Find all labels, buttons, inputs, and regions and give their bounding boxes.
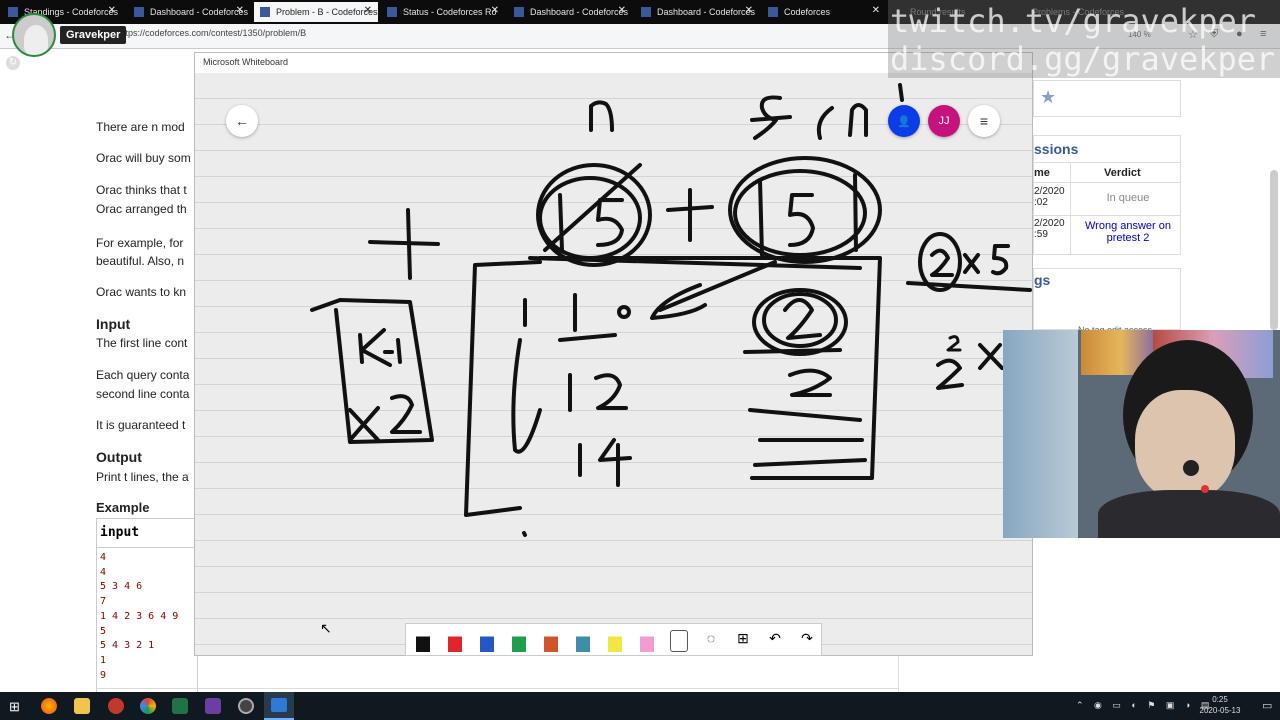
lasso-icon[interactable]: ◌	[702, 630, 720, 652]
ink-stroke	[617, 305, 631, 319]
ink-stroke	[783, 298, 822, 340]
streamer-name-badge: Gravekper	[60, 26, 127, 44]
ink-stroke	[538, 176, 642, 260]
clock-date: 2020-05-13	[1199, 706, 1241, 715]
ink-stroke	[788, 193, 815, 247]
ink-stroke	[743, 348, 842, 354]
back-arrow-icon[interactable]: ←	[226, 105, 258, 137]
add-icon[interactable]: ⊞	[734, 630, 752, 652]
streamer-avatar	[12, 13, 56, 57]
ink-stroke	[963, 253, 980, 274]
webcam-feed	[1003, 330, 1280, 538]
inking-toolbar: ◌ ⊞ ↶ ↷	[405, 623, 822, 656]
ink-stroke	[522, 531, 527, 537]
notification-icon[interactable]: ▭	[1262, 699, 1272, 712]
redo-icon[interactable]: ↷	[798, 630, 816, 652]
ink-stroke	[568, 373, 628, 412]
eraser-icon[interactable]	[670, 630, 688, 652]
green-pen-icon[interactable]	[512, 630, 526, 652]
chrome-icon[interactable]	[140, 698, 156, 714]
stream-watermark: twitch.tv/gravekper	[890, 2, 1257, 40]
ink-stroke	[523, 293, 617, 342]
ink-stroke	[511, 338, 542, 454]
ink-stroke	[991, 244, 1010, 276]
share-user-icon[interactable]: 👤	[888, 105, 920, 137]
yellow-highlighter-icon[interactable]	[608, 630, 622, 652]
undo-icon[interactable]: ↶	[766, 630, 784, 652]
menu-icon[interactable]: ≡	[968, 105, 1000, 137]
clock-time: 0:25	[1212, 695, 1228, 704]
ink-stroke	[750, 95, 792, 140]
ink-stroke	[596, 198, 624, 247]
ink-stroke	[348, 394, 422, 442]
black-pen-icon[interactable]	[416, 630, 430, 652]
ink-stroke	[666, 188, 714, 242]
firefox-icon[interactable]	[41, 698, 57, 714]
ink-stroke	[906, 281, 1032, 292]
windows-start-icon[interactable]: ⊞	[9, 699, 20, 715]
blue-pen-icon[interactable]	[480, 630, 494, 652]
media-app-icon[interactable]	[108, 698, 124, 714]
whiteboard-taskbar-button[interactable]	[264, 692, 294, 720]
ink-stroke	[946, 335, 962, 352]
file-explorer-icon[interactable]	[74, 698, 90, 714]
ink-stroke	[368, 208, 440, 280]
ink-stroke	[816, 106, 834, 140]
pink-highlighter-icon[interactable]	[640, 630, 654, 652]
taskbar-clock[interactable]: 0:25 2020-05-13	[1190, 694, 1250, 716]
ink-stroke	[589, 100, 614, 132]
ink-stroke	[464, 260, 542, 517]
obs-icon[interactable]	[238, 698, 254, 714]
whiteboard-app-icon	[271, 698, 287, 712]
ink-stroke	[748, 408, 867, 467]
teal-pen-icon[interactable]	[576, 630, 590, 652]
ink-stroke	[930, 248, 954, 277]
ink-stroke	[848, 103, 868, 137]
orange-pen-icon[interactable]	[544, 630, 558, 652]
ink-stroke	[978, 343, 1004, 370]
ink-stroke	[558, 193, 564, 252]
stream-watermark: discord.gg/gravekper	[890, 40, 1276, 78]
ink-stroke	[358, 328, 402, 367]
user-initials: JJ	[938, 115, 950, 127]
ink-stroke	[898, 83, 904, 102]
ink-stroke	[788, 368, 832, 397]
ink-stroke	[936, 358, 964, 390]
red-pen-icon[interactable]	[448, 630, 462, 652]
ink-stroke	[758, 173, 858, 257]
ink-stroke	[310, 298, 434, 444]
ink-stroke	[578, 438, 632, 487]
user-avatar[interactable]: JJ	[928, 105, 960, 137]
spreadsheet-icon[interactable]	[172, 698, 188, 714]
mouse-cursor-icon: ↖	[320, 620, 332, 636]
ink-stroke	[918, 232, 962, 292]
visual-studio-icon[interactable]	[205, 698, 221, 714]
